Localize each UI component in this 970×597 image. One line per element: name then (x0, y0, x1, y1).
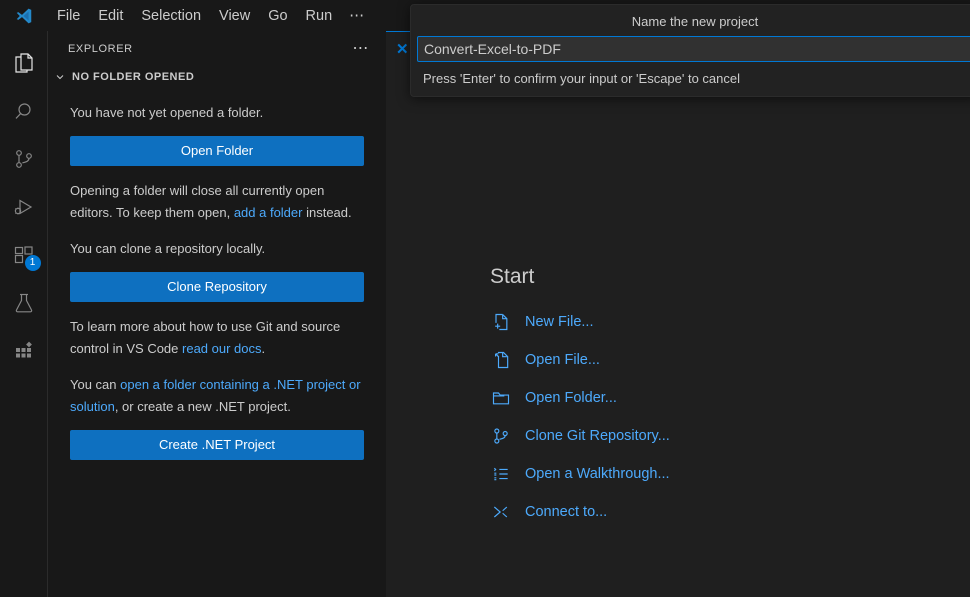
start-section: Start New File... (490, 265, 820, 531)
activity-item-source-control[interactable] (0, 135, 48, 183)
activity-item-explorer[interactable] (0, 39, 48, 87)
menu-bar: File Edit Selection View Go Run ⋯ (48, 0, 374, 31)
activity-item-testing[interactable] (0, 279, 48, 327)
files-explorer-icon (12, 51, 36, 75)
activity-bar: 1 (0, 31, 48, 597)
connect-to-icon (490, 501, 512, 523)
dotnet-a: You can (70, 377, 120, 392)
start-item-label: Open File... (525, 352, 600, 368)
menu-item-view[interactable]: View (210, 5, 259, 27)
git-docs-b: . (262, 341, 266, 356)
apps-grid-icon (12, 339, 36, 363)
menu-item-more[interactable]: ⋯ (341, 5, 374, 27)
walkthrough-icon (490, 463, 512, 485)
open-file-icon (490, 349, 512, 371)
testing-beaker-icon (12, 291, 36, 315)
menu-item-go[interactable]: Go (259, 5, 296, 27)
sidebar-header: EXPLORER ⋯ (48, 31, 386, 66)
open-folder-icon (490, 387, 512, 409)
activity-item-search[interactable] (0, 87, 48, 135)
start-item-clone-git-repository[interactable]: Clone Git Repository... (490, 417, 820, 455)
start-item-label: New File... (525, 314, 594, 330)
open-folder-warning-text: Opening a folder will close all currentl… (70, 180, 364, 224)
section-no-folder-opened[interactable]: NO FOLDER OPENED (48, 66, 386, 88)
start-item-label: Clone Git Repository... (525, 428, 670, 444)
open-folder-button[interactable]: Open Folder (70, 136, 364, 166)
start-item-label: Open Folder... (525, 390, 617, 406)
start-title: Start (490, 265, 820, 289)
activity-item-extensions[interactable]: 1 (0, 231, 48, 279)
menu-item-run[interactable]: Run (297, 5, 342, 27)
git-docs-text: To learn more about how to use Git and s… (70, 316, 364, 360)
explorer-sidebar: EXPLORER ⋯ NO FOLDER OPENED You have not… (48, 31, 386, 597)
run-and-debug-icon (12, 195, 36, 219)
vscode-window: File Edit Selection View Go Run ⋯ (0, 0, 970, 597)
menu-item-file[interactable]: File (48, 5, 89, 27)
source-control-icon (12, 147, 36, 171)
add-a-folder-link[interactable]: add a folder (234, 205, 303, 220)
section-title: NO FOLDER OPENED (72, 71, 194, 83)
activity-item-apps[interactable] (0, 327, 48, 375)
chevron-down-icon (52, 69, 68, 85)
quick-input-title: Name the new project (417, 11, 970, 33)
editor-area: ✕ Start New File... (386, 31, 970, 597)
create-net-project-button[interactable]: Create .NET Project (70, 430, 364, 460)
quick-input-dialog: Name the new project Press 'Enter' to co… (410, 4, 970, 97)
welcome-page: Start New File... (386, 66, 970, 597)
start-item-open-walkthrough[interactable]: Open a Walkthrough... (490, 455, 820, 493)
extensions-badge: 1 (25, 255, 41, 271)
clone-repo-text: You can clone a repository locally. (70, 238, 364, 260)
clone-git-repository-icon (490, 425, 512, 447)
start-item-new-file[interactable]: New File... (490, 303, 820, 341)
start-item-open-folder[interactable]: Open Folder... (490, 379, 820, 417)
start-item-connect-to[interactable]: Connect to... (490, 493, 820, 531)
project-name-input[interactable] (417, 36, 970, 62)
quick-input-message: Press 'Enter' to confirm your input or '… (417, 62, 970, 88)
menu-item-selection[interactable]: Selection (132, 5, 210, 27)
vscode-logo-icon (0, 0, 48, 31)
search-icon (12, 99, 36, 123)
new-file-icon (490, 311, 512, 333)
start-item-label: Connect to... (525, 504, 607, 520)
clone-repository-button[interactable]: Clone Repository (70, 272, 364, 302)
open-folder-warning-b: instead. (302, 205, 351, 220)
no-folder-text: You have not yet opened a folder. (70, 102, 364, 124)
close-icon[interactable]: ✕ (396, 42, 409, 57)
dotnet-text: You can open a folder containing a .NET … (70, 374, 364, 418)
dotnet-b: , or create a new .NET project. (115, 399, 291, 414)
ellipsis-icon[interactable]: ⋯ (344, 43, 378, 55)
read-our-docs-link[interactable]: read our docs (182, 341, 262, 356)
sidebar-title: EXPLORER (68, 43, 133, 55)
menu-item-edit[interactable]: Edit (89, 5, 132, 27)
start-item-label: Open a Walkthrough... (525, 466, 670, 482)
start-item-open-file[interactable]: Open File... (490, 341, 820, 379)
activity-item-run-and-debug[interactable] (0, 183, 48, 231)
explorer-empty-body: You have not yet opened a folder. Open F… (48, 102, 386, 460)
